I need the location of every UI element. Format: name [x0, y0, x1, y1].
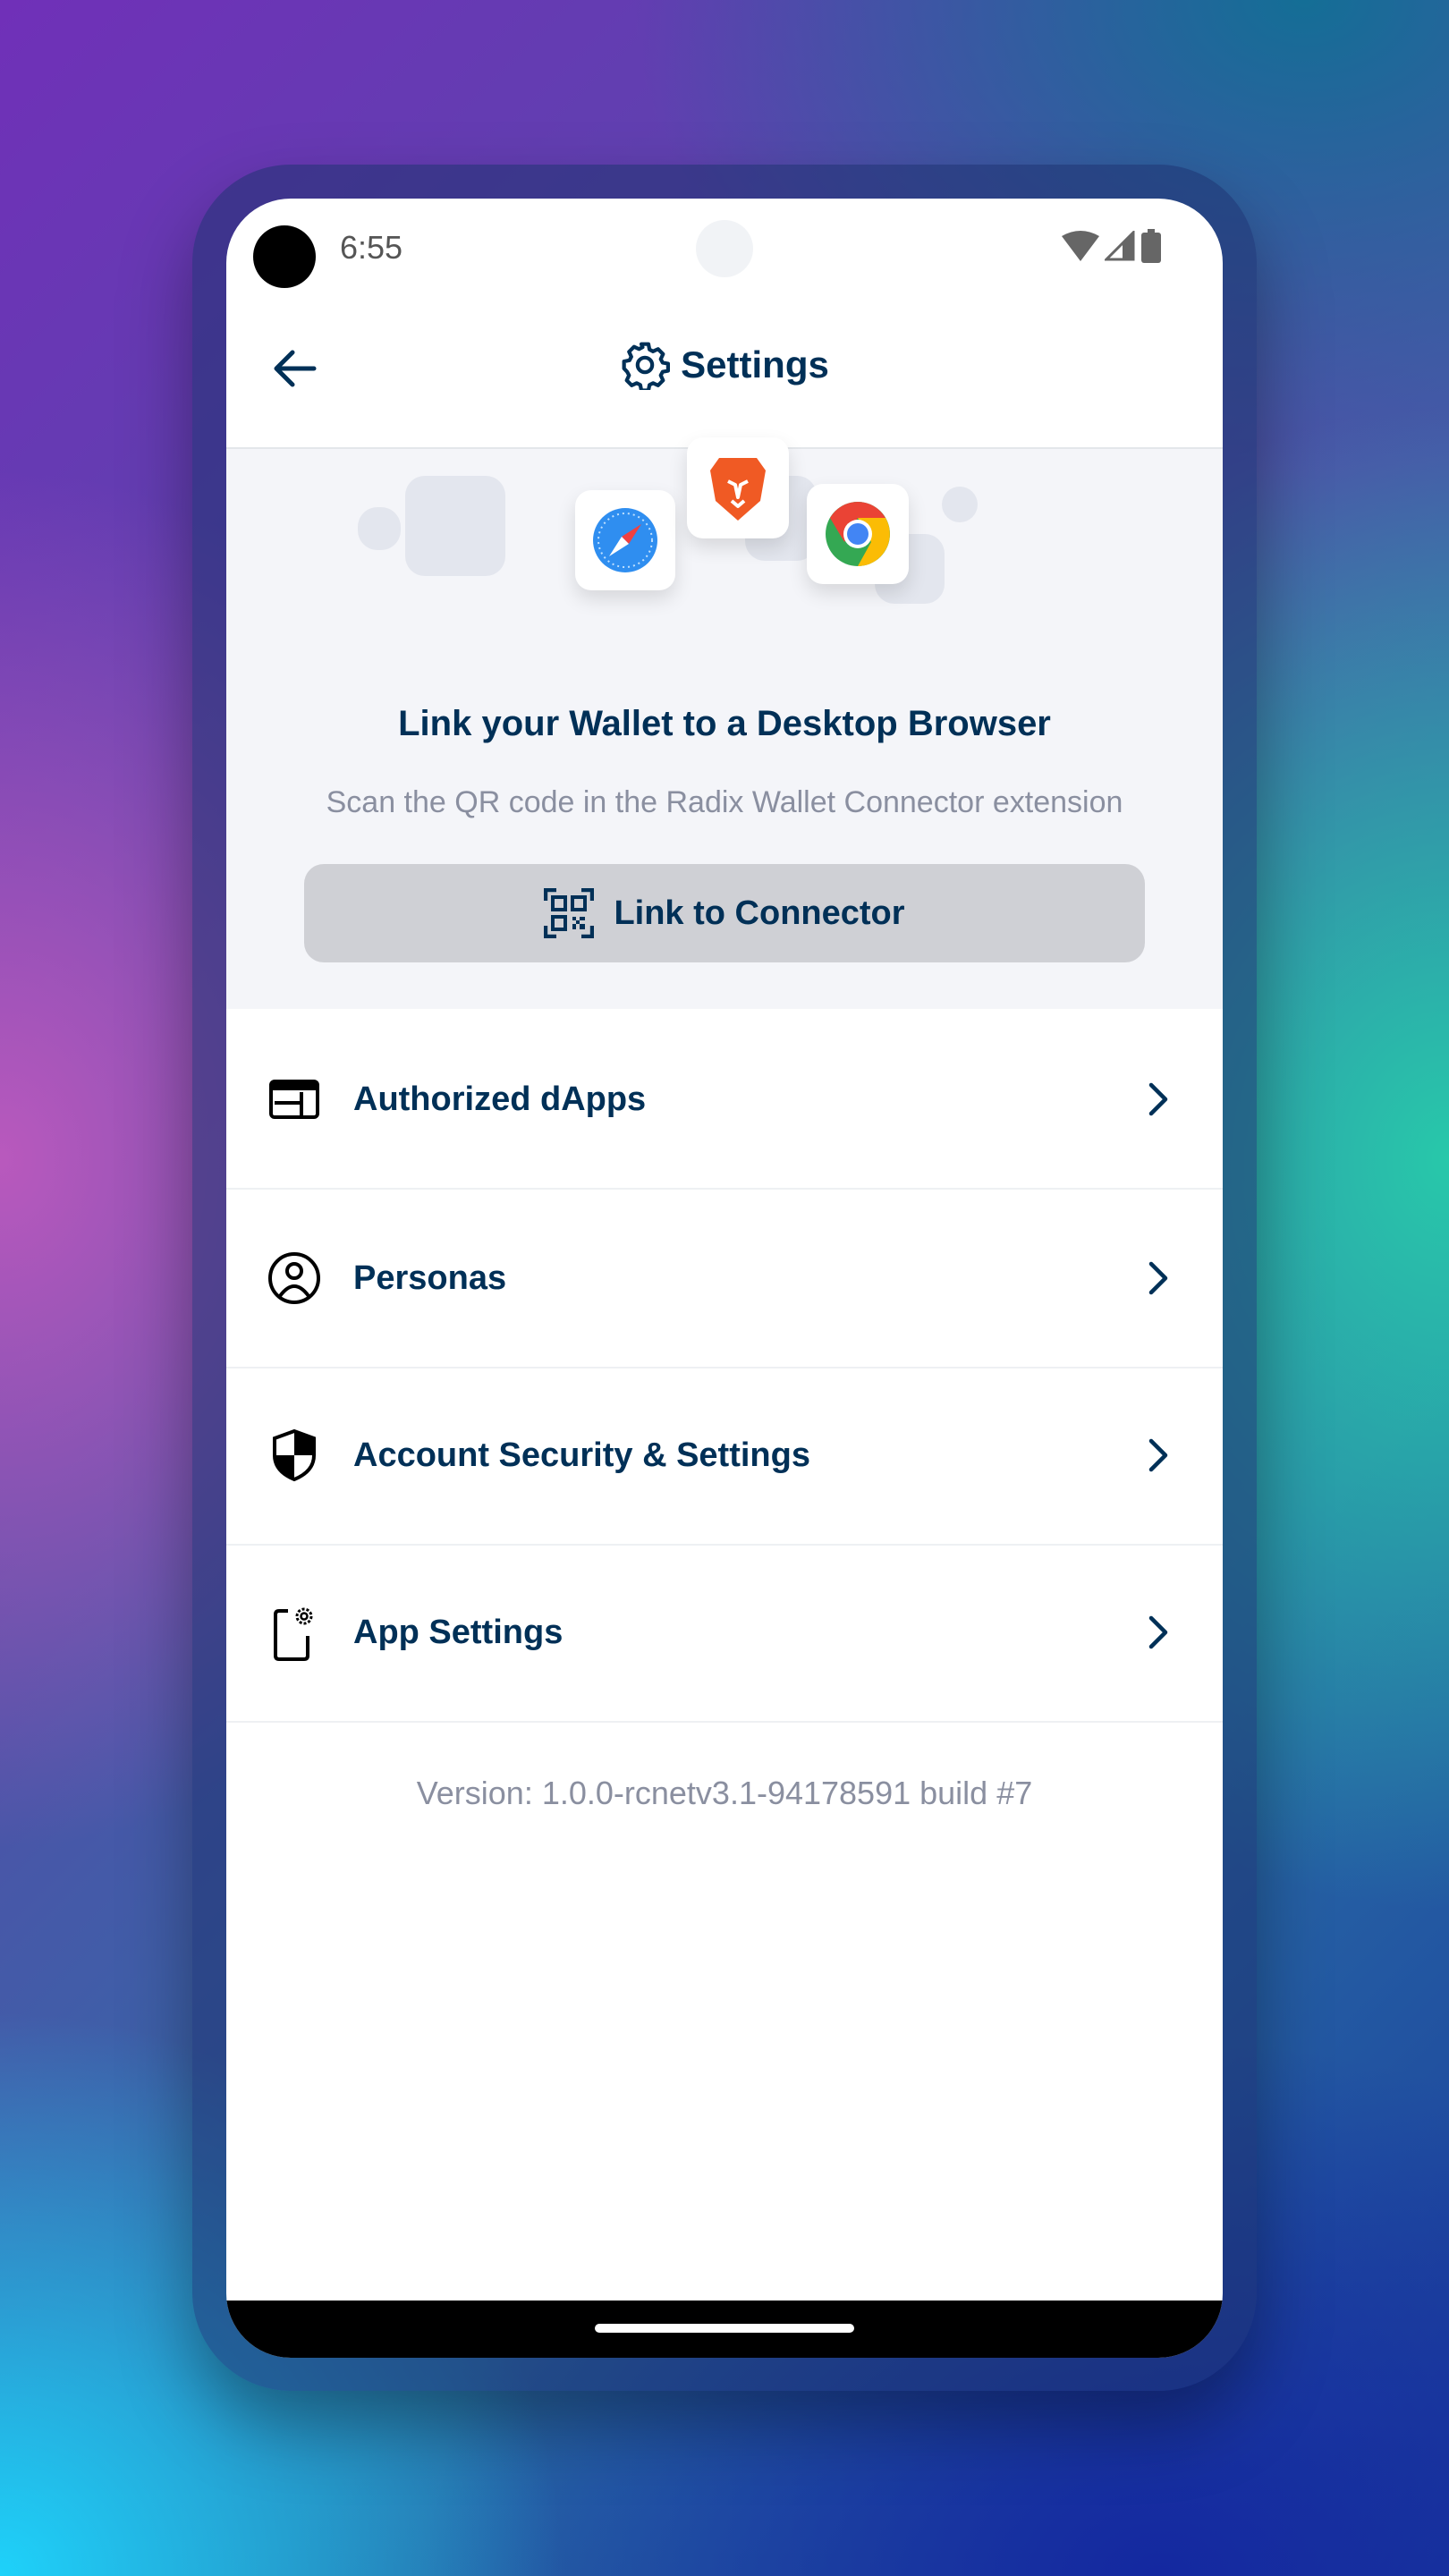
qr-code-icon: [544, 888, 595, 938]
chevron-right-icon: [1148, 1438, 1168, 1472]
navigation-bar: [226, 2301, 1223, 2358]
chrome-icon: [807, 484, 909, 584]
wifi-icon: [1062, 231, 1099, 261]
decor-square: [405, 476, 505, 576]
banner-subtitle: Scan the QR code in the Radix Wallet Con…: [326, 785, 1123, 819]
safari-icon: [575, 490, 675, 590]
chevron-right-icon: [1148, 1261, 1168, 1295]
decor-square: [358, 507, 401, 550]
home-indicator[interactable]: [595, 2324, 854, 2333]
chevron-right-icon: [1148, 1082, 1168, 1116]
menu-item-label: App Settings: [353, 1613, 564, 1651]
menu-item-label: Authorized dApps: [353, 1080, 647, 1118]
dapps-icon: [269, 1080, 319, 1119]
front-sensor: [696, 220, 753, 277]
link-to-connector-button[interactable]: Link to Connector: [304, 864, 1145, 962]
menu-item-account-security[interactable]: Account Security & Settings: [226, 1367, 1223, 1546]
banner-title: Link your Wallet to a Desktop Browser: [398, 704, 1051, 743]
decor-square: [942, 487, 978, 522]
menu-item-label: Personas: [353, 1258, 507, 1297]
page-title: Settings: [226, 340, 1223, 393]
link-to-connector-label: Link to Connector: [614, 894, 905, 932]
page-title-text: Settings: [681, 343, 829, 386]
chevron-right-icon: [1148, 1615, 1168, 1649]
camera-cutout: [253, 225, 316, 288]
menu-item-personas[interactable]: Personas: [226, 1190, 1223, 1368]
menu-item-app-settings[interactable]: App Settings: [226, 1544, 1223, 1723]
status-time: 6:55: [340, 229, 403, 266]
shield-icon: [273, 1428, 316, 1482]
version-text: Version: 1.0.0-rcnetv3.1-94178591 build …: [416, 1775, 1033, 1811]
gear-icon: [622, 342, 671, 393]
persona-icon: [268, 1252, 320, 1304]
menu-item-authorized-dapps[interactable]: Authorized dApps: [226, 1011, 1223, 1190]
status-icons: [1062, 229, 1162, 263]
brave-icon: [687, 437, 789, 538]
phone-gear-icon: [274, 1607, 313, 1661]
phone-screen: 6:55 Settings Link your Wallet to a Desk…: [226, 199, 1223, 2358]
menu-item-label: Account Security & Settings: [353, 1436, 810, 1474]
cellular-signal-icon: [1105, 231, 1135, 261]
battery-icon: [1141, 229, 1161, 263]
